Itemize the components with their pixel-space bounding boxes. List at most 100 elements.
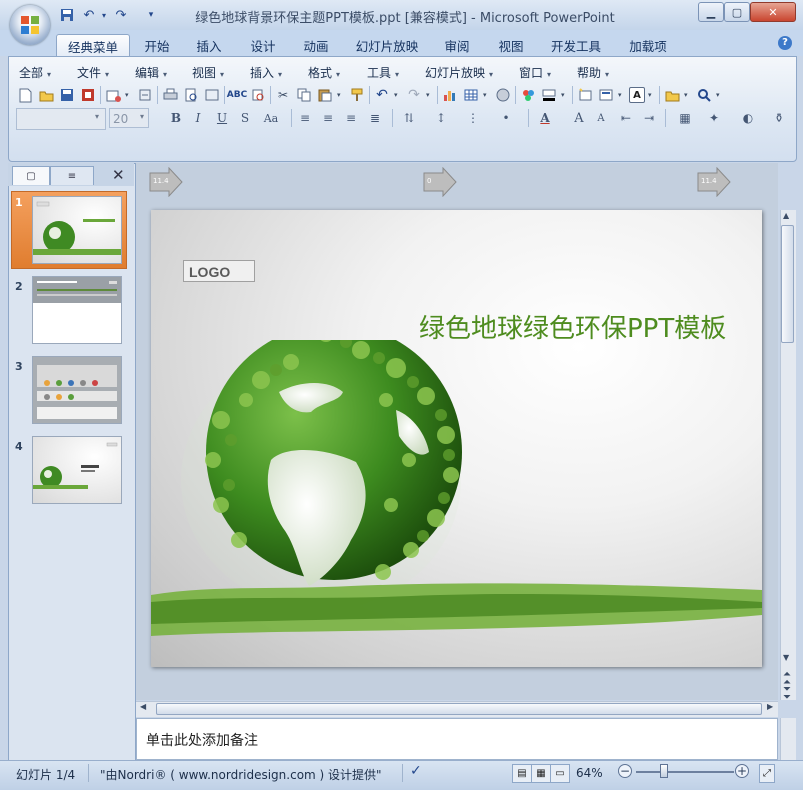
- maximize-button[interactable]: ▢: [724, 2, 750, 22]
- customize-qat-icon[interactable]: ▾: [142, 6, 160, 24]
- align-left-icon[interactable]: ≡: [296, 109, 314, 127]
- next-slide-icon[interactable]: ⏷ ⏷: [783, 685, 791, 703]
- font-name-select[interactable]: [16, 108, 106, 130]
- text-box-dropdown-icon[interactable]: ▾: [648, 86, 656, 104]
- vertical-scroll-thumb[interactable]: [781, 225, 794, 343]
- menu-insert[interactable]: 插入 ▾: [250, 64, 282, 80]
- menu-all[interactable]: 全部 ▾: [19, 64, 51, 80]
- spelling-icon[interactable]: ABC: [227, 86, 247, 104]
- fill-color-icon[interactable]: ⚱: [770, 109, 788, 127]
- menu-window[interactable]: 窗口 ▾: [519, 64, 551, 80]
- transition-icon[interactable]: ◐: [739, 109, 757, 127]
- help-icon[interactable]: ?: [778, 36, 792, 50]
- tab-home[interactable]: 开始: [136, 34, 178, 56]
- align-right-icon[interactable]: ≡: [342, 109, 360, 127]
- tab-classic-menu[interactable]: 经典菜单: [56, 34, 130, 57]
- bullets-icon[interactable]: •: [497, 109, 515, 127]
- fit-to-window-icon[interactable]: ⤢: [759, 764, 775, 783]
- bold-icon[interactable]: B: [167, 109, 185, 127]
- layout-icon[interactable]: [597, 86, 615, 104]
- find-dropdown-icon[interactable]: ▾: [716, 86, 724, 104]
- scroll-left-icon[interactable]: ◀: [140, 702, 146, 711]
- notes-scrollbar[interactable]: [780, 718, 796, 760]
- color-scheme-icon[interactable]: [519, 86, 537, 104]
- attach-icon[interactable]: [136, 86, 154, 104]
- minimize-button[interactable]: ▁: [698, 2, 724, 22]
- insert-table-dropdown-icon[interactable]: ▾: [483, 86, 491, 104]
- text-box-icon[interactable]: A: [629, 87, 645, 103]
- close-button[interactable]: ✕: [750, 2, 796, 22]
- insert-chart-icon[interactable]: [441, 86, 459, 104]
- find-icon[interactable]: [695, 86, 713, 104]
- research-icon[interactable]: [249, 86, 267, 104]
- paste-icon[interactable]: [316, 86, 334, 104]
- menu-help[interactable]: 帮助 ▾: [577, 64, 609, 80]
- undo-dropdown-icon[interactable]: ▾: [95, 6, 113, 24]
- increase-indent-icon[interactable]: ⇥: [640, 109, 658, 127]
- zoom-level[interactable]: 64%: [576, 766, 603, 780]
- menu-edit[interactable]: 编辑 ▾: [135, 64, 167, 80]
- copy-icon[interactable]: [295, 86, 313, 104]
- font-color-icon[interactable]: A: [536, 109, 554, 127]
- permission-icon[interactable]: [79, 86, 97, 104]
- redo-toolbar-icon[interactable]: ↷: [405, 86, 423, 104]
- email-dropdown-icon[interactable]: ▾: [125, 86, 133, 104]
- slide-view-icon[interactable]: [203, 86, 221, 104]
- justify-icon[interactable]: ≣: [366, 109, 384, 127]
- slide-thumbnail-4[interactable]: [32, 436, 122, 504]
- menu-tools[interactable]: 工具 ▾: [367, 64, 399, 80]
- slide-thumbnail-1[interactable]: [32, 196, 122, 264]
- line-color-dropdown-icon[interactable]: ▾: [561, 86, 569, 104]
- scroll-right-icon[interactable]: ▶: [767, 702, 773, 711]
- paste-dropdown-icon[interactable]: ▾: [337, 86, 345, 104]
- tab-view[interactable]: 视图: [490, 34, 532, 56]
- clipart-icon[interactable]: [494, 86, 512, 104]
- tab-slide-show[interactable]: 幻灯片放映: [350, 34, 424, 56]
- tab-design[interactable]: 设计: [242, 34, 284, 56]
- numbering-icon[interactable]: ⋮: [464, 109, 482, 127]
- save-icon[interactable]: [58, 6, 76, 24]
- slide-thumbnail-3[interactable]: [32, 356, 122, 424]
- zoom-out-icon[interactable]: −: [618, 764, 632, 778]
- spell-check-icon[interactable]: ✓: [410, 763, 422, 779]
- decrease-indent-icon[interactable]: ⇤: [617, 109, 635, 127]
- slides-tab[interactable]: ▢: [12, 166, 50, 185]
- slide-design-icon[interactable]: ▦: [676, 109, 694, 127]
- shadow-icon[interactable]: S: [236, 109, 254, 127]
- format-painter-icon[interactable]: [348, 86, 366, 104]
- undo-toolbar-dropdown-icon[interactable]: ▾: [394, 86, 402, 104]
- decrease-font-icon[interactable]: A: [592, 109, 610, 127]
- zoom-slider-track[interactable]: [636, 771, 734, 773]
- tab-review[interactable]: 审阅: [436, 34, 478, 56]
- notes-placeholder[interactable]: 单击此处添加备注: [146, 730, 258, 750]
- line-spacing-icon[interactable]: ↕: [432, 109, 450, 127]
- zoom-in-icon[interactable]: +: [735, 764, 749, 778]
- increase-font-icon[interactable]: A: [570, 109, 588, 127]
- menu-view[interactable]: 视图 ▾: [192, 64, 224, 80]
- underline-icon[interactable]: U: [213, 109, 231, 127]
- slide-thumbnail-2[interactable]: [32, 276, 122, 344]
- normal-view-icon[interactable]: ▤: [512, 764, 532, 783]
- scroll-up-icon[interactable]: ▲: [783, 211, 789, 220]
- menu-format[interactable]: 格式 ▾: [308, 64, 340, 80]
- slide-sorter-view-icon[interactable]: ▦: [531, 764, 551, 783]
- print-icon[interactable]: [161, 86, 179, 104]
- change-case-icon[interactable]: Aa: [260, 109, 282, 127]
- animation-icon[interactable]: ✦: [705, 109, 723, 127]
- menu-file[interactable]: 文件 ▾: [77, 64, 109, 80]
- logo-placeholder[interactable]: LOGO: [183, 260, 255, 282]
- new-document-icon[interactable]: [16, 86, 34, 104]
- email-icon[interactable]: [104, 86, 122, 104]
- tab-developer[interactable]: 开发工具: [544, 34, 608, 56]
- font-size-dropdown-icon[interactable]: ▾: [140, 112, 144, 121]
- slide-show-view-icon[interactable]: ▭: [550, 764, 570, 783]
- line-color-icon[interactable]: [540, 86, 558, 104]
- tab-animations[interactable]: 动画: [295, 34, 337, 56]
- open-folder-icon[interactable]: [37, 86, 55, 104]
- folder-icon[interactable]: [663, 86, 681, 104]
- menu-slide-show[interactable]: 幻灯片放映 ▾: [425, 64, 493, 80]
- close-pane-icon[interactable]: ✕: [112, 166, 125, 184]
- tab-add-ins[interactable]: 加载项: [622, 34, 674, 56]
- print-preview-icon[interactable]: [182, 86, 200, 104]
- tab-insert[interactable]: 插入: [188, 34, 230, 56]
